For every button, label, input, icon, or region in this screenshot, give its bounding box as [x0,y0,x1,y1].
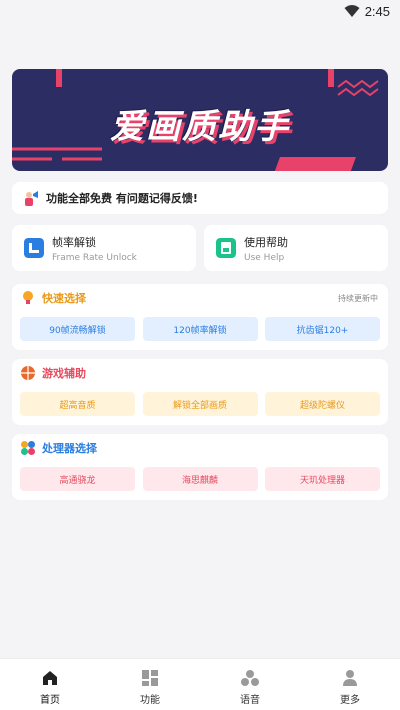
unlock-90fps-button[interactable]: 90帧流畅解锁 [20,317,135,341]
frame-rate-icon [24,238,44,258]
wifi-icon [344,5,360,17]
lightbulb-icon [23,291,33,304]
game-ball-icon [21,366,35,380]
nav-features[interactable]: 功能 [100,659,200,710]
status-bar: 2:45 [0,0,400,24]
anti-aliasing-button[interactable]: 抗齿锯120+ [265,317,380,341]
dimensity-button[interactable]: 天玑处理器 [265,467,380,491]
kirin-button[interactable]: 海思麒麟 [142,467,258,491]
help-doc-icon [216,238,236,258]
feature-title: 帧率解锁 [52,235,96,249]
processor-section: 处理器选择 高通骁龙 海思麒麟 天玑处理器 [12,434,388,500]
nav-voice[interactable]: 语音 [200,659,300,710]
feature-title: 使用帮助 [244,235,288,249]
processor-icon [21,441,35,455]
super-gyroscope-button[interactable]: 超级陀螺仪 [265,392,380,416]
use-help-card[interactable]: 使用帮助 Use Help [204,225,388,271]
quick-select-section: 快速选择 持续更新中 90帧流畅解锁 120帧率解锁 抗齿锯120+ [12,284,388,350]
more-icon [343,670,357,686]
unlock-all-quality-button[interactable]: 解锁全部画质 [142,392,258,416]
section-title: 快速选择 [42,292,86,305]
banner-title: 爱画质助手 [110,107,290,147]
notice-text: 功能全部免费 有问题记得反馈! [46,192,198,205]
update-note: 持续更新中 [338,294,378,303]
megaphone-person-icon [25,191,38,206]
feature-subtitle: Frame Rate Unlock [52,252,137,263]
nav-home[interactable]: 首页 [0,659,100,710]
app-banner: 爱画质助手 [12,69,388,171]
notice-bar: 功能全部免费 有问题记得反馈! [12,182,388,214]
nav-label: 功能 [140,695,160,706]
unlock-120fps-button[interactable]: 120帧率解锁 [142,317,258,341]
nav-label: 首页 [40,695,60,706]
section-title: 游戏辅助 [42,367,86,380]
nav-label: 语音 [240,695,260,706]
home-icon [43,671,57,685]
section-title: 处理器选择 [42,442,97,455]
ultra-audio-button[interactable]: 超高音质 [20,392,135,416]
nav-label: 更多 [340,695,360,706]
grid-icon [142,670,158,686]
game-assist-section: 游戏辅助 超高音质 解锁全部画质 超级陀螺仪 [12,359,388,425]
voice-icon [241,670,259,686]
status-time: 2:45 [364,4,390,19]
bottom-nav: 首页 功能 语音 更多 [0,658,400,710]
feature-subtitle: Use Help [244,252,285,263]
frame-rate-unlock-card[interactable]: 帧率解锁 Frame Rate Unlock [12,225,196,271]
snapdragon-button[interactable]: 高通骁龙 [20,467,135,491]
nav-more[interactable]: 更多 [300,659,400,710]
